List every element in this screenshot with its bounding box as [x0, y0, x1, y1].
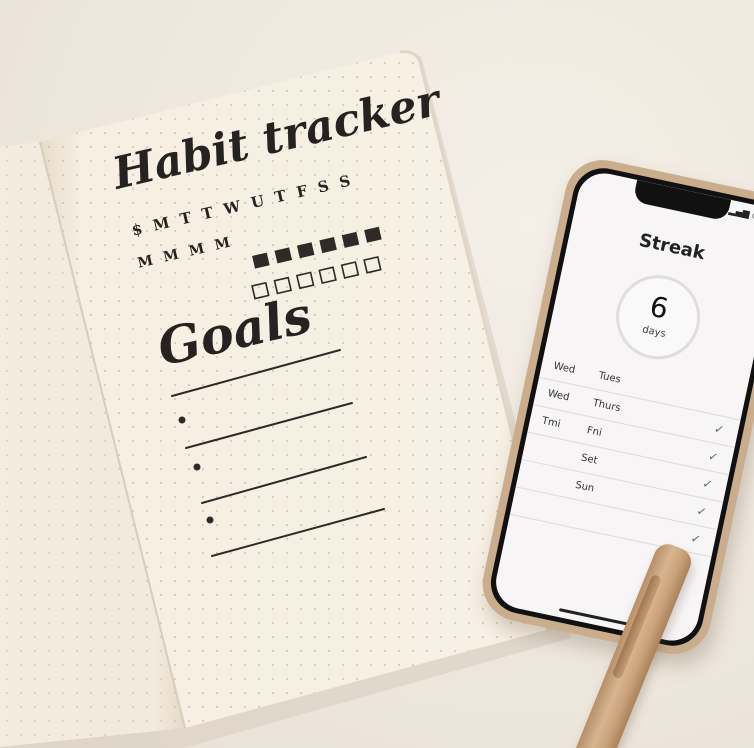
status-icons: ▂▄▆ ◔ ▭	[727, 205, 754, 225]
day-left: Tmi	[540, 415, 562, 431]
day-right: Tues	[597, 370, 622, 386]
check-icon: ✓	[701, 476, 714, 493]
streak-title: Streak	[637, 229, 707, 265]
day-right: Fni	[585, 425, 603, 439]
photo-scene: Habit tracker $ M T T W U T F S S M M M …	[0, 0, 754, 748]
day-left: Wed	[546, 388, 571, 404]
day-left: Wed	[552, 360, 577, 376]
day-right: Set	[580, 452, 599, 467]
check-icon: ✓	[695, 503, 709, 520]
check-icon: ✓	[706, 448, 720, 465]
day-right: Sun	[574, 479, 596, 495]
check-icon: ✓	[689, 531, 703, 547]
streak-day-list: Wed Tues Wed Thurs ✓ Tmi Fni ✓ Set ✓ Sun…	[509, 350, 747, 558]
check-icon: ✓	[712, 421, 726, 438]
day-right: Thurs	[591, 397, 622, 415]
